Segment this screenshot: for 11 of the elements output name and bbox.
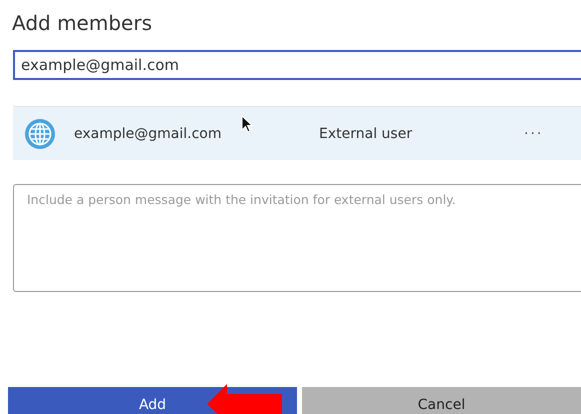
- globe-icon: [24, 118, 56, 150]
- cursor-icon: [241, 115, 253, 133]
- dialog-title: Add members: [12, 10, 152, 37]
- member-email: example@gmail.com: [74, 126, 222, 142]
- email-input-field[interactable]: example@gmail.com: [13, 50, 581, 80]
- member-row[interactable]: example@gmail.com External user ···: [13, 106, 581, 160]
- more-options[interactable]: ···: [524, 126, 544, 142]
- member-type: External user: [319, 126, 414, 142]
- message-field[interactable]: Include a person message with the invitation for external users only.: [13, 184, 581, 292]
- cancel-button[interactable]: Cancel: [302, 387, 581, 414]
- arrow-icon: [207, 384, 282, 414]
